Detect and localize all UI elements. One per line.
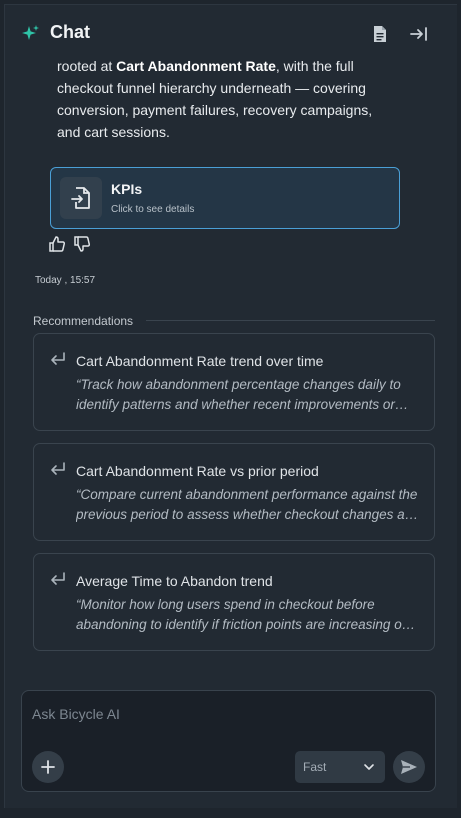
thumbs-down-icon bbox=[74, 236, 91, 252]
message-text-suffix: , with the full bbox=[275, 58, 354, 74]
chat-composer: Fast bbox=[21, 690, 436, 792]
chat-panel: rooted at Cart Abandonment Rate, with th… bbox=[4, 4, 457, 808]
recommendations-header: Recommendations bbox=[33, 314, 134, 328]
kpi-card-subtitle: Click to see details bbox=[111, 204, 195, 215]
recommendation-card[interactable]: Cart Abandonment Rate trend over time “T… bbox=[33, 333, 435, 431]
recommendation-description: “Monitor how long users spend in checkou… bbox=[76, 597, 421, 632]
recommendation-card[interactable]: Average Time to Abandon trend “Monitor h… bbox=[33, 553, 435, 651]
thumbs-up-button[interactable] bbox=[48, 235, 66, 253]
chevron-down-icon bbox=[364, 764, 374, 770]
kpi-card[interactable]: KPIs Click to see details bbox=[50, 167, 400, 229]
plus-icon bbox=[41, 760, 55, 774]
document-icon bbox=[374, 26, 386, 42]
recommendation-description: “Compare current abandonment performance… bbox=[76, 487, 418, 522]
recommendation-card[interactable]: Cart Abandonment Rate vs prior period “C… bbox=[33, 443, 435, 541]
add-attachment-button[interactable] bbox=[32, 751, 64, 783]
collapse-panel-icon bbox=[410, 27, 427, 41]
model-select-value: Fast bbox=[303, 760, 327, 774]
enter-arrow-icon bbox=[51, 462, 65, 475]
recommendation-title: Average Time to Abandon trend bbox=[76, 573, 273, 589]
send-icon bbox=[401, 760, 417, 774]
file-import-icon bbox=[71, 187, 90, 209]
collapse-panel-button[interactable] bbox=[407, 22, 431, 46]
kpi-card-icon-box bbox=[60, 177, 102, 219]
sparkle-icon bbox=[20, 24, 40, 44]
recommendations-divider bbox=[146, 320, 435, 321]
thumbs-up-icon bbox=[49, 236, 66, 252]
kpi-card-title: KPIs bbox=[111, 181, 143, 197]
assistant-message: rooted at Cart Abandonment Rate, with th… bbox=[57, 55, 397, 143]
recommendation-description: “Track how abandonment percentage change… bbox=[76, 377, 401, 412]
chat-header: Chat bbox=[5, 5, 457, 59]
chat-title: Chat bbox=[50, 22, 90, 42]
recommendation-title: Cart Abandonment Rate trend over time bbox=[76, 353, 324, 369]
chat-input[interactable] bbox=[32, 703, 422, 725]
model-select[interactable]: Fast bbox=[295, 751, 385, 783]
document-button[interactable] bbox=[368, 22, 392, 46]
send-button[interactable] bbox=[393, 751, 425, 783]
message-timestamp: Today , 15:57 bbox=[35, 275, 96, 286]
thumbs-down-button[interactable] bbox=[73, 235, 91, 253]
message-text-prefix: rooted at bbox=[57, 58, 117, 74]
message-text-rest: checkout funnel hierarchy underneath — c… bbox=[57, 80, 373, 140]
enter-arrow-icon bbox=[51, 572, 65, 585]
recommendation-title: Cart Abandonment Rate vs prior period bbox=[76, 463, 319, 479]
message-bold-metric: Cart Abandonment Rate bbox=[116, 58, 276, 74]
enter-arrow-icon bbox=[51, 352, 65, 365]
